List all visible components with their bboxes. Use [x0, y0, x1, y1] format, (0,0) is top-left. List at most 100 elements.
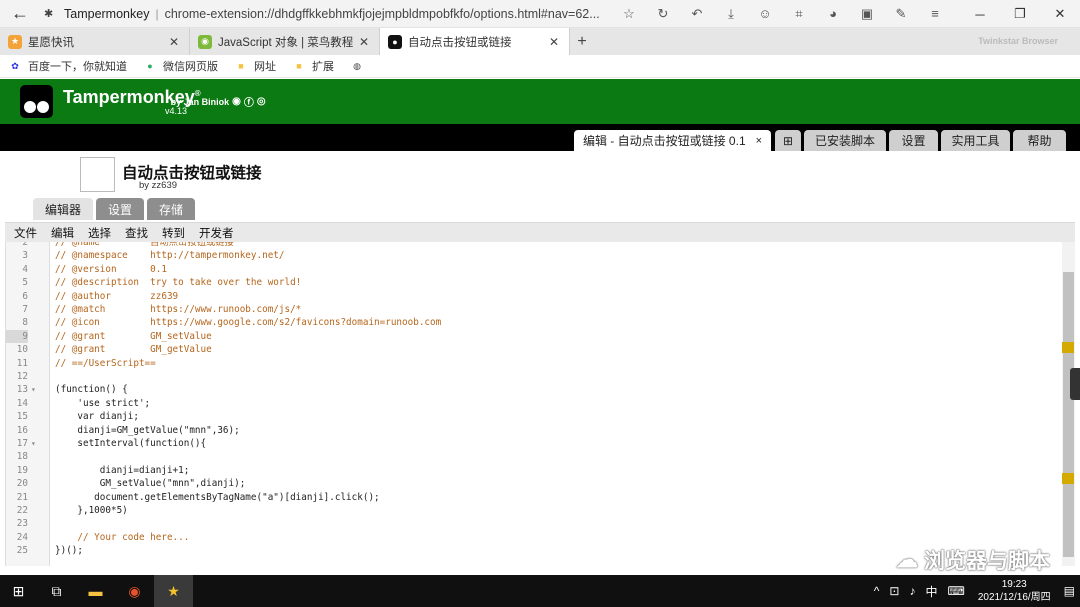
scroll-thumb[interactable]	[1063, 272, 1074, 557]
subtab-settings[interactable]: 设置	[96, 198, 144, 220]
tab-utilities[interactable]: 实用工具	[941, 130, 1010, 151]
code-text: // @name 自动点击按钮或链接	[55, 242, 234, 248]
code-text: // @description try to take over the wor…	[55, 277, 302, 289]
file-explorer-icon[interactable]: ▬	[76, 575, 115, 607]
code-line[interactable]: 7 // @match https://www.runoob.com/js/*	[6, 303, 1056, 316]
code-line[interactable]: 19 dianji=dianji+1;	[6, 464, 1056, 477]
chrome-icon[interactable]: ◉	[115, 575, 154, 607]
code-line[interactable]: 4 // @version 0.1	[6, 263, 1056, 276]
bookmarks-bar: ✿ 百度一下，你就知道 ● 微信网页版 ■ 网址 ■ 扩展 ◍	[0, 55, 1080, 78]
window-icon[interactable]: ▣	[850, 6, 884, 22]
code-line[interactable]: 20 GM_setValue("mnn",dianji);	[6, 477, 1056, 490]
tab-help[interactable]: 帮助	[1013, 130, 1066, 151]
bookmark-baidu[interactable]: ✿ 百度一下，你就知道	[8, 58, 127, 74]
star-icon[interactable]: ☆	[612, 6, 646, 22]
github-icon[interactable]: ◉	[232, 96, 241, 107]
tab-settings[interactable]: 设置	[889, 130, 938, 151]
instagram-icon[interactable]: ◎	[257, 96, 266, 107]
chevron-up-icon[interactable]: ^	[874, 584, 880, 598]
code-line[interactable]: 13 ▾ (function() {	[6, 383, 1056, 396]
browser-tab[interactable]: ★ 星愿快讯 ✕	[0, 28, 190, 55]
subtab-editor[interactable]: 编辑器	[33, 198, 93, 220]
tab-installed-scripts[interactable]: 已安装脚本	[804, 130, 886, 151]
code-line[interactable]: 6 // @author zz639	[6, 290, 1056, 303]
menu-select[interactable]: 选择	[88, 225, 111, 241]
keyboard-icon[interactable]: ⌨	[948, 584, 965, 598]
star-favicon-icon: ★	[8, 34, 22, 49]
undo-icon[interactable]: ↶	[680, 6, 714, 22]
task-view-icon[interactable]: ⧉	[37, 575, 76, 607]
code-line[interactable]: 14 'use strict';	[6, 397, 1056, 410]
tab-close-icon[interactable]: ✕	[359, 35, 369, 49]
line-number: 17	[16, 438, 28, 449]
translate-icon[interactable]: ◕	[816, 6, 850, 21]
subtab-storage[interactable]: 存储	[147, 198, 195, 220]
download-icon[interactable]: ⤓	[714, 6, 748, 22]
tab-editor-script[interactable]: 编辑 - 自动点击按钮或链接 0.1 ×	[574, 130, 771, 151]
menu-developer[interactable]: 开发者	[199, 225, 234, 241]
bookmark-folder-extensions[interactable]: ■ 扩展	[292, 58, 334, 74]
menu-icon[interactable]: ≡	[918, 6, 952, 21]
notification-icon[interactable]: ▤	[1064, 584, 1075, 598]
menu-file[interactable]: 文件	[14, 225, 37, 241]
code-line[interactable]: 23	[6, 517, 1056, 530]
code-line[interactable]: 22 },1000*5)	[6, 504, 1056, 517]
script-image-icon	[80, 157, 115, 192]
ime-indicator[interactable]: 中	[925, 583, 937, 600]
editor-scrollbar[interactable]	[1062, 242, 1075, 566]
code-line[interactable]: 2 // @name 自动点击按钮或链接	[6, 242, 1056, 249]
add-script-icon[interactable]: ⊞	[775, 130, 801, 151]
fold-arrow-icon[interactable]: ▾	[31, 383, 36, 396]
minimize-icon[interactable]: ─	[960, 0, 1000, 28]
code-line[interactable]: 8 // @icon https://www.google.com/s2/favi…	[6, 316, 1056, 329]
twinkstar-icon[interactable]: ★	[154, 575, 193, 607]
browser-toolbar: ← ✱ Tampermonkey | chrome-extension://dh…	[0, 0, 1080, 28]
reload-icon[interactable]: ↻	[646, 6, 680, 22]
note-icon[interactable]: ✎	[884, 6, 918, 22]
volume-icon[interactable]: ♪	[909, 584, 915, 598]
browser-tab-active[interactable]: ● 自动点击按钮或链接 ✕	[380, 28, 570, 55]
clock[interactable]: 19:23 2021/12/16/周四	[978, 578, 1051, 604]
crop-icon[interactable]: ⌗	[782, 6, 816, 22]
bookmark-folder-sites[interactable]: ■ 网址	[234, 58, 276, 74]
line-number: 12	[16, 371, 28, 382]
code-line[interactable]: 15 var dianji;	[6, 410, 1056, 423]
menu-edit[interactable]: 编辑	[51, 225, 74, 241]
code-line[interactable]: 11 // ==/UserScript==	[6, 357, 1056, 370]
code-line[interactable]: 16 dianji=GM_getValue("mnn",36);	[6, 424, 1056, 437]
code-line[interactable]: 3 // @namespace http://tampermonkey.net/	[6, 249, 1056, 262]
close-window-icon[interactable]: ✕	[1040, 0, 1080, 28]
facebook-icon[interactable]: ⓕ	[244, 94, 254, 109]
code-line[interactable]: 17 ▾ setInterval(function(){	[6, 437, 1056, 450]
side-panel-handle[interactable]	[1070, 368, 1080, 400]
network-icon[interactable]: ⊡	[889, 584, 899, 598]
code-line[interactable]: 5 // @description try to take over the wo…	[6, 276, 1056, 289]
tab-close-icon[interactable]: ✕	[549, 35, 559, 49]
new-tab-icon[interactable]: +	[570, 33, 594, 51]
url-text[interactable]: chrome-extension://dhdgffkkebhmkfjojejmp…	[165, 7, 600, 21]
menu-find[interactable]: 查找	[125, 225, 148, 241]
browser-tab[interactable]: ◉ JavaScript 对象 | 菜鸟教程 ✕	[190, 28, 380, 55]
bookmark-wechat[interactable]: ● 微信网页版	[143, 58, 218, 74]
tab-close-icon[interactable]: ✕	[169, 35, 179, 49]
code-text: GM_setValue("mnn",dianji);	[55, 478, 246, 490]
code-line[interactable]: 12	[6, 370, 1056, 383]
restore-icon[interactable]: ❐	[1000, 0, 1040, 28]
fold-arrow-icon[interactable]: ▾	[31, 437, 36, 450]
menu-goto[interactable]: 转到	[162, 225, 185, 241]
windows-start-icon[interactable]: ⊞	[0, 575, 37, 607]
code-line[interactable]: 21 document.getElementsByTagName("a")[di…	[6, 491, 1056, 504]
code-line[interactable]: 24 // Your code here...	[6, 531, 1056, 544]
address-bar[interactable]: ✱ Tampermonkey | chrome-extension://dhdg…	[40, 3, 600, 25]
bookmark-globe[interactable]: ◍	[350, 60, 370, 72]
code-text: // @author zz639	[55, 290, 179, 302]
code-editor[interactable]: 2 // @name 自动点击按钮或链接 3 // @namespace http:/…	[5, 242, 1075, 566]
back-arrow-icon[interactable]: ←	[0, 3, 40, 24]
bookmark-label: 百度一下，你就知道	[28, 61, 127, 73]
code-line[interactable]: 18	[6, 450, 1056, 463]
code-line[interactable]: 9 // @grant GM_setValue	[6, 329, 1056, 344]
extension-icon[interactable]: ☺	[748, 6, 782, 21]
code-line[interactable]: 10 // @grant GM_getValue	[6, 343, 1056, 356]
code-text: // Your code here...	[55, 531, 190, 543]
close-tab-icon[interactable]: ×	[756, 135, 762, 147]
